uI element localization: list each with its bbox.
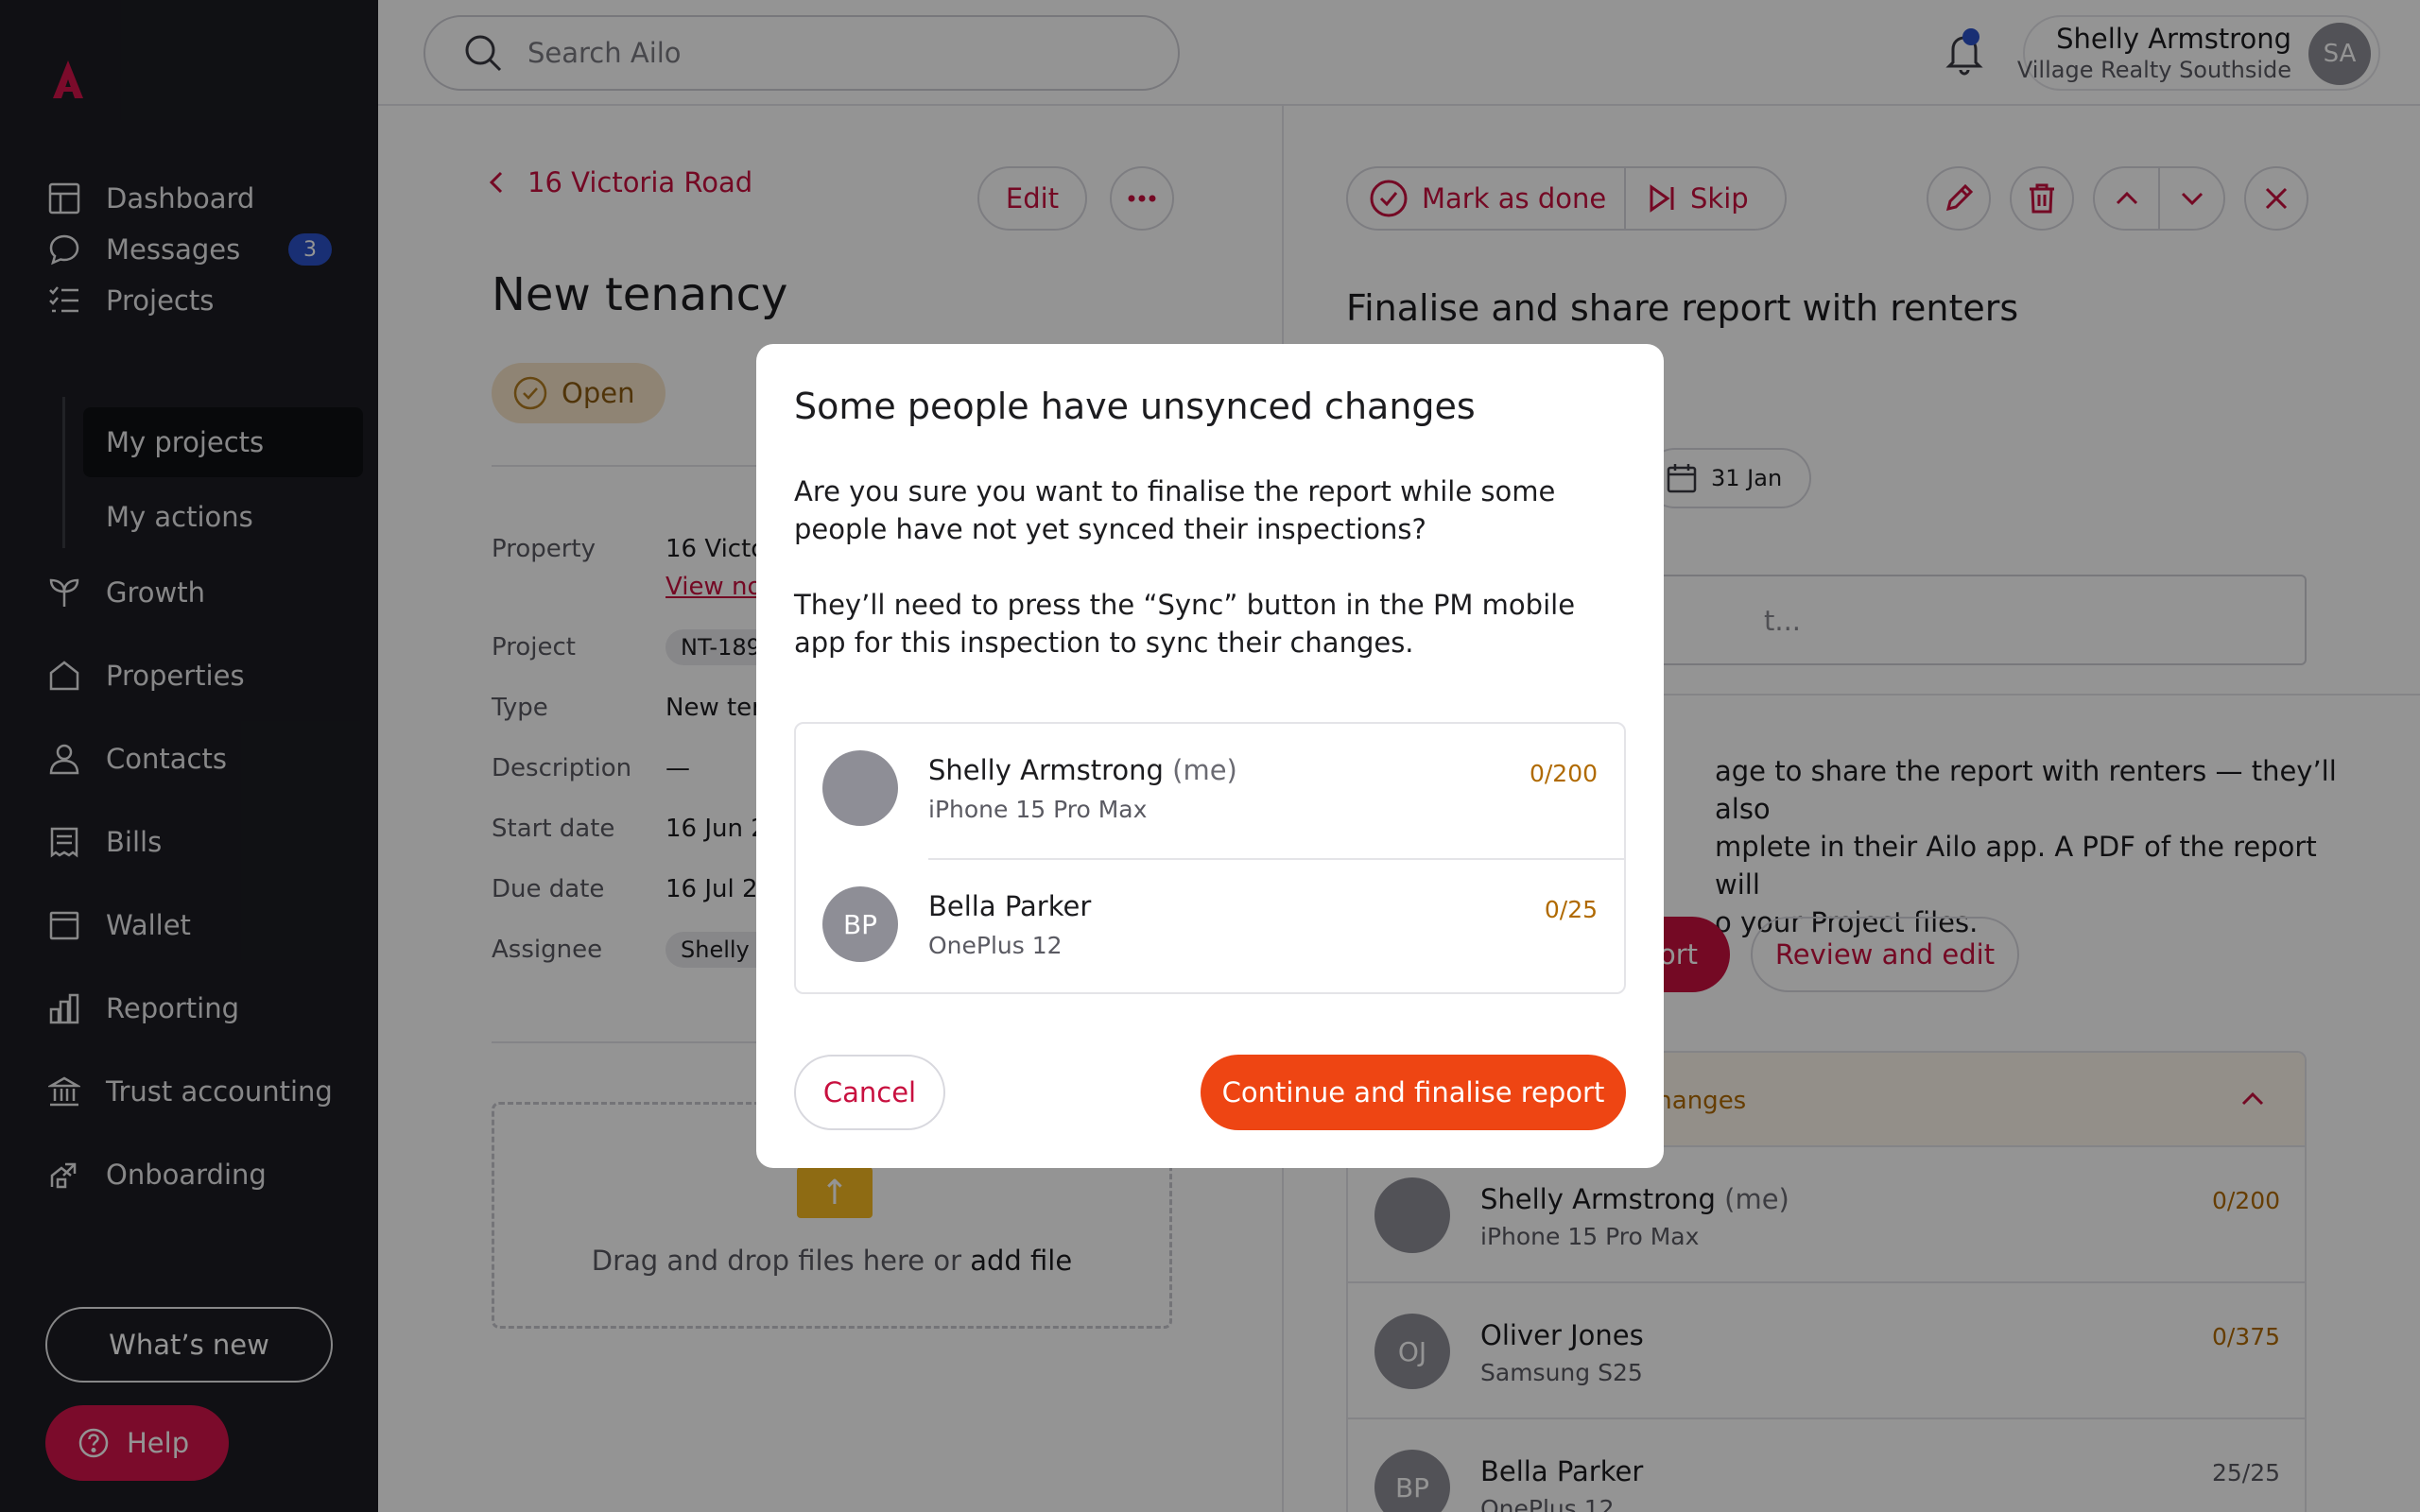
unsynced-changes-dialog: Some people have unsynced changes Are yo… [756, 344, 1664, 1168]
person-name-text: Shelly Armstrong [928, 754, 1164, 786]
device-name: OnePlus 12 [928, 932, 1063, 959]
cancel-button[interactable]: Cancel [794, 1055, 945, 1130]
list-item: Shelly Armstrong (me) iPhone 15 Pro Max … [796, 724, 1624, 860]
person-name: Bella Parker [928, 890, 1092, 922]
person-name: Shelly Armstrong (me) [928, 754, 1237, 786]
continue-and-finalise-button[interactable]: Continue and finalise report [1201, 1055, 1626, 1130]
avatar: BP [822, 886, 898, 962]
unsynced-people-list: Shelly Armstrong (me) iPhone 15 Pro Max … [794, 722, 1626, 994]
sync-count: 0/200 [1529, 760, 1598, 787]
dialog-message: Are you sure you want to finalise the re… [794, 475, 1556, 545]
avatar [822, 750, 898, 826]
dialog-title: Some people have unsynced changes [794, 386, 1476, 427]
list-item: BP Bella Parker OnePlus 12 0/25 [796, 860, 1624, 996]
sync-count: 0/25 [1544, 896, 1598, 923]
dialog-instructions: They’ll need to press the “Sync” button … [794, 589, 1576, 659]
me-tag: (me) [1172, 754, 1237, 786]
device-name: iPhone 15 Pro Max [928, 796, 1148, 823]
